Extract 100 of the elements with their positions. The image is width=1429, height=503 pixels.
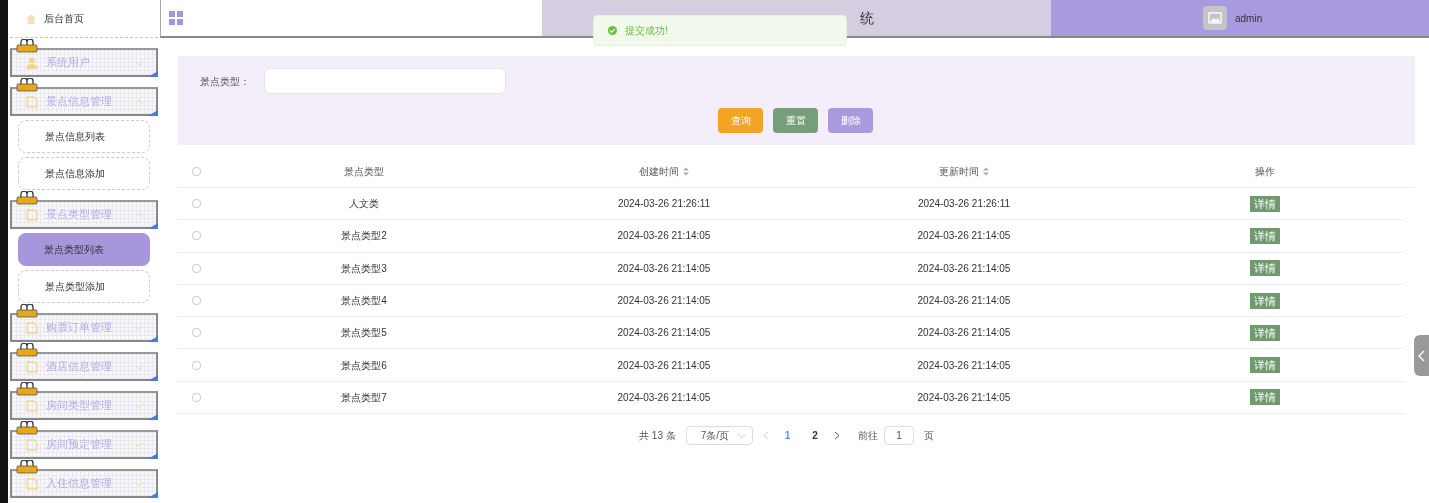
table-cell-text: 2024-03-26 21:14:05	[917, 261, 1011, 276]
next-page-icon[interactable]	[833, 431, 840, 441]
avatar-image-icon[interactable]	[1203, 6, 1227, 30]
table-cell-text: 2024-03-26 21:14:05	[617, 390, 711, 405]
chevron-icon	[134, 363, 144, 370]
page-size-select[interactable]: 7条/页	[685, 426, 753, 446]
binder-clip-icon	[16, 304, 38, 318]
table-cell-text: 2024-03-26 21:26:11	[617, 197, 711, 212]
table-cell-text: 2024-03-26 21:14:05	[617, 358, 711, 373]
menu-group-header[interactable]: 购票订单管理	[10, 313, 158, 342]
total-count: 共 13 条	[639, 429, 676, 444]
details-button[interactable]: 详情	[1249, 357, 1280, 374]
chevron-left-icon	[1418, 349, 1425, 362]
menu-group-header[interactable]: 房间预定管理	[10, 430, 158, 459]
delete-button[interactable]: 删除	[828, 108, 873, 133]
menu-group-header[interactable]: 酒店信息管理	[10, 352, 158, 381]
table-cell-text: 景点类型6	[341, 358, 387, 373]
document-icon	[26, 95, 38, 108]
search-field[interactable]	[264, 68, 506, 94]
row-checkbox[interactable]	[191, 296, 201, 306]
menu-group-header[interactable]: 景点类型管理	[10, 200, 158, 229]
column-header: 操作	[1254, 164, 1275, 179]
details-button[interactable]: 详情	[1249, 389, 1280, 406]
table-cell-text: 景点类型7	[341, 390, 387, 405]
binder-clip-icon	[16, 382, 38, 396]
page-number[interactable]: 2	[806, 428, 824, 444]
table-cell-text: 2024-03-26 21:14:05	[617, 294, 711, 309]
details-button[interactable]: 详情	[1249, 227, 1280, 244]
goto-suffix: 页	[923, 429, 934, 444]
table-cell-text: 2024-03-26 21:14:05	[917, 358, 1011, 373]
chevron-icon	[134, 324, 144, 331]
table-cell-text: 景点类型5	[341, 326, 387, 341]
chevron-icon	[134, 59, 144, 66]
chevron-icon	[134, 211, 144, 218]
document-icon	[26, 208, 38, 221]
table-cell-text: 2024-03-26 21:14:05	[917, 229, 1011, 244]
chevron-icon	[134, 402, 144, 409]
column-header: 更新时间	[939, 164, 979, 179]
sort-icon[interactable]	[983, 166, 989, 176]
username: admin	[1235, 11, 1263, 26]
table-cell-text: 2024-03-26 21:14:05	[917, 390, 1011, 405]
table-cell-text: 2024-03-26 21:14:05	[617, 326, 711, 341]
page-number[interactable]: 1	[778, 428, 797, 444]
prev-page-icon[interactable]	[762, 431, 769, 441]
goto-page-field[interactable]: 1	[883, 426, 914, 446]
row-checkbox[interactable]	[191, 360, 201, 370]
search-label: 景点类型：	[200, 74, 250, 89]
column-header: 创建时间	[639, 164, 679, 179]
user-icon	[26, 56, 38, 69]
table-cell-text: 景点类型4	[341, 294, 387, 309]
query-button[interactable]: 查询	[718, 108, 763, 133]
row-checkbox[interactable]	[191, 263, 201, 273]
submenu-item[interactable]: 景点类型添加	[18, 270, 150, 303]
home-icon	[26, 13, 36, 24]
chevron-icon	[736, 432, 747, 439]
table-cell-text: 2024-03-26 21:14:05	[617, 229, 711, 244]
document-icon	[26, 438, 38, 451]
collapse-handle[interactable]	[1414, 335, 1429, 376]
submenu-item[interactable]: 景点信息列表	[18, 120, 150, 153]
goto-label: 前往	[857, 429, 878, 444]
document-icon	[26, 321, 38, 334]
table-cell-text: 2024-03-26 21:14:05	[917, 326, 1011, 341]
chevron-icon	[134, 441, 144, 448]
toast: 提交成功!	[593, 15, 847, 46]
binder-clip-icon	[16, 78, 38, 92]
row-checkbox[interactable]	[191, 199, 201, 209]
binder-clip-icon	[16, 421, 38, 435]
document-icon	[26, 360, 38, 373]
submenu-item[interactable]: 景点信息添加	[18, 157, 150, 190]
sort-icon[interactable]	[683, 166, 689, 176]
menu-group-header[interactable]: 景点信息管理	[10, 87, 158, 116]
menu-group-header[interactable]: 系统用户	[10, 48, 158, 77]
details-button[interactable]: 详情	[1249, 292, 1280, 309]
chevron-icon	[134, 98, 144, 105]
row-checkbox[interactable]	[191, 392, 201, 402]
details-button[interactable]: 详情	[1249, 324, 1280, 341]
document-icon	[26, 399, 38, 412]
binder-clip-icon	[16, 191, 38, 205]
row-checkbox[interactable]	[191, 231, 201, 241]
grid-menu-icon[interactable]	[169, 11, 183, 25]
select-all-checkbox[interactable]	[191, 166, 201, 176]
details-button[interactable]: 详情	[1249, 195, 1280, 212]
reset-button[interactable]: 重置	[773, 108, 818, 133]
system-title: 统	[860, 9, 874, 28]
document-icon	[26, 477, 38, 490]
success-icon	[608, 26, 617, 35]
table-cell-text: 2024-03-26 21:14:05	[917, 294, 1011, 309]
table-cell-text: 景点类型2	[341, 229, 387, 244]
table-cell-text: 人文类	[349, 197, 379, 212]
menu-group-header[interactable]: 房间类型管理	[10, 391, 158, 420]
binder-clip-icon	[16, 460, 38, 474]
chevron-icon	[134, 480, 144, 487]
column-header: 景点类型	[344, 164, 384, 179]
table-cell-text: 2024-03-26 21:14:05	[617, 261, 711, 276]
binder-clip-icon	[16, 343, 38, 357]
row-checkbox[interactable]	[191, 328, 201, 338]
details-button[interactable]: 详情	[1249, 260, 1280, 277]
binder-clip-icon	[16, 39, 38, 53]
submenu-item[interactable]: 景点类型列表	[18, 233, 150, 266]
menu-group-header[interactable]: 入住信息管理	[10, 469, 158, 498]
